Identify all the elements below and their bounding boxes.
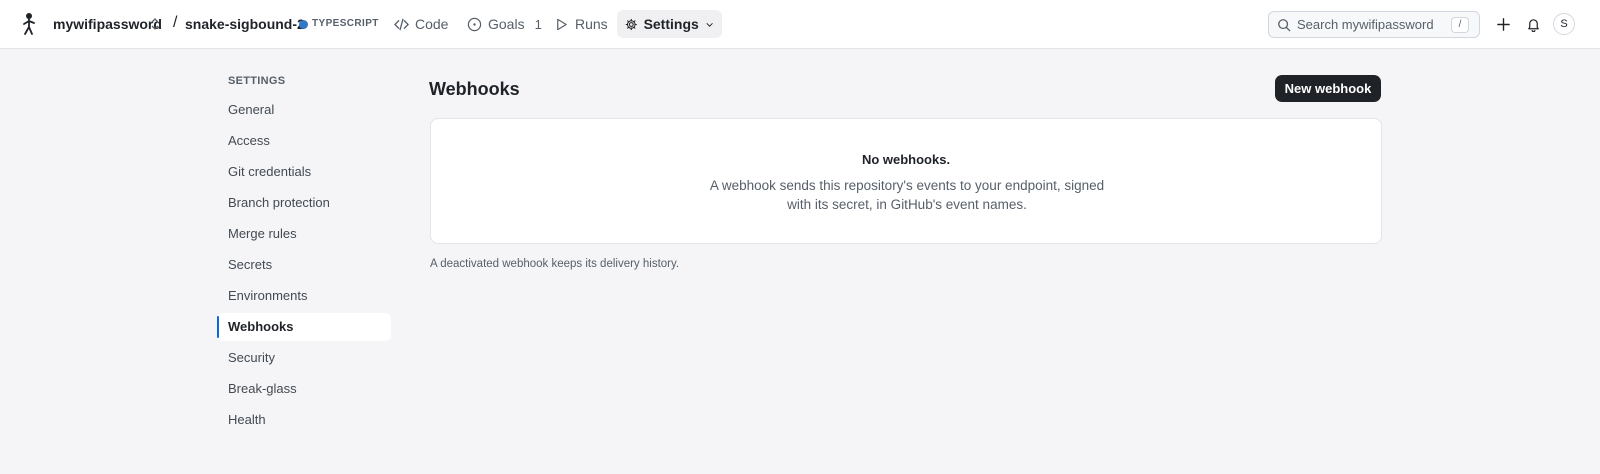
goal-icon: [467, 17, 482, 31]
empty-state-card: No webhooks. A webhook sends this reposi…: [430, 118, 1382, 244]
language-dot: [299, 20, 308, 29]
language-label: TYPESCRIPT: [312, 18, 379, 29]
sidebar-item-environments[interactable]: Environments: [217, 282, 391, 310]
search-input[interactable]: [1297, 17, 1457, 32]
sidebar-item-general[interactable]: General: [217, 96, 391, 124]
code-icon: [394, 18, 409, 30]
top-navigation-bar: mywifipassword / snake-sigbound-2 TYPESC…: [0, 0, 1600, 49]
play-icon: [557, 18, 567, 30]
avatar[interactable]: S: [1553, 13, 1575, 35]
sidebar-item-merge-rules[interactable]: Merge rules: [217, 220, 391, 248]
org-name[interactable]: mywifipassword: [53, 16, 162, 32]
gear-icon: [625, 18, 637, 30]
tab-goals[interactable]: Goals 1: [459, 10, 550, 38]
bell-icon[interactable]: [1523, 14, 1543, 34]
new-webhook-button[interactable]: New webhook: [1275, 75, 1381, 102]
sidebar-item-secrets[interactable]: Secrets: [217, 251, 391, 279]
empty-state-description: A webhook sends this repository's events…: [709, 178, 1105, 212]
tab-code[interactable]: Code: [386, 10, 456, 38]
search-box[interactable]: /: [1268, 11, 1480, 38]
sidebar-title: SETTINGS: [228, 75, 286, 87]
goals-count-badge: 1: [534, 16, 542, 32]
sidebar-item-webhooks[interactable]: Webhooks: [217, 313, 391, 341]
tab-settings[interactable]: Settings: [617, 10, 722, 38]
sidebar-item-git-credentials[interactable]: Git credentials: [217, 158, 391, 186]
sidebar-item-break-glass[interactable]: Break-glass: [217, 375, 391, 403]
breadcrumb-separator: /: [173, 14, 178, 31]
tab-runs[interactable]: Runs: [546, 10, 616, 38]
repo-name[interactable]: snake-sigbound-2: [185, 16, 305, 32]
plus-icon[interactable]: [1493, 14, 1513, 34]
sidebar-item-health[interactable]: Health: [217, 406, 391, 434]
tab-code-label: Code: [415, 16, 449, 32]
logo-icon[interactable]: [19, 12, 39, 36]
chevron-down-icon: [706, 22, 713, 27]
chevron-updown-icon[interactable]: [150, 17, 160, 31]
sidebar-item-branch-protection[interactable]: Branch protection: [217, 189, 391, 217]
webhook-footnote: A deactivated webhook keeps its delivery…: [430, 258, 680, 270]
search-icon: [1278, 18, 1291, 31]
empty-state-title: No webhooks.: [861, 152, 951, 167]
search-shortcut-key: /: [1451, 17, 1469, 33]
tab-runs-label: Runs: [575, 16, 608, 32]
tab-goals-label: Goals: [488, 16, 525, 32]
sidebar-item-access[interactable]: Access: [217, 127, 391, 155]
page-title: Webhooks: [429, 79, 520, 99]
sidebar-item-security[interactable]: Security: [217, 344, 391, 372]
tab-settings-label: Settings: [643, 16, 699, 32]
